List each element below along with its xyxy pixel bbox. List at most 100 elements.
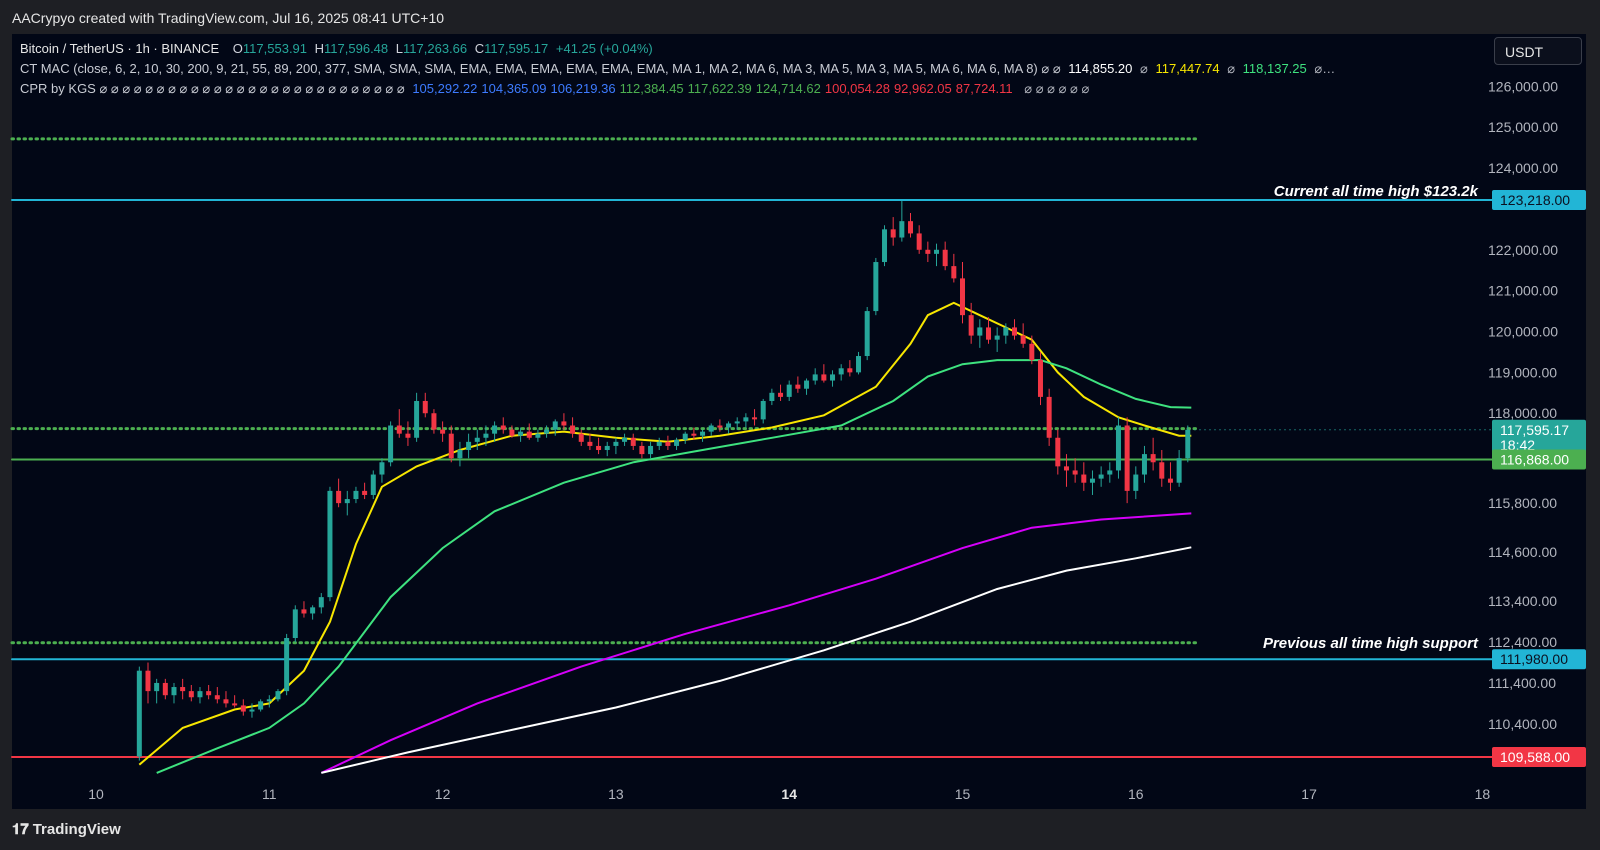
candle-body	[864, 311, 870, 357]
candle	[1089, 470, 1095, 495]
cpr-values: 105,292.22 104,365.09 106,219.36 112,384.45…	[412, 81, 1016, 96]
cpr-value: 106,219.36	[550, 81, 616, 96]
candle	[778, 384, 784, 401]
candle-body	[301, 609, 307, 614]
candle	[578, 429, 584, 446]
horizontal-levels	[10, 137, 1493, 758]
price-axis-tick: 115,800.00	[1488, 495, 1557, 511]
candle	[925, 241, 931, 263]
candle	[327, 486, 333, 602]
candle-body	[353, 490, 359, 500]
na-icon: ⌀	[1140, 61, 1148, 76]
candle-body	[379, 462, 385, 475]
candle-body	[197, 691, 203, 698]
candle	[864, 306, 870, 361]
cpr-value: 92,962.05	[893, 81, 952, 96]
candle-body	[188, 691, 194, 698]
candle-body	[275, 691, 281, 700]
candle	[284, 633, 290, 696]
cpr-indicator-label[interactable]: CPR by KGS ⌀ ⌀ ⌀ ⌀ ⌀ ⌀ ⌀ ⌀ ⌀ ⌀ ⌀ ⌀ ⌀ ⌀ ⌀…	[20, 81, 405, 96]
price-axis-tick: 118,000.00	[1488, 405, 1557, 421]
candle	[648, 441, 654, 459]
candle-body	[994, 335, 1000, 340]
candle-body	[934, 249, 940, 254]
candle	[752, 409, 758, 426]
candle	[1055, 429, 1061, 475]
candle-body	[700, 431, 706, 436]
high-label: H	[314, 41, 325, 56]
low-label: L	[395, 41, 404, 56]
candle-body	[284, 637, 290, 692]
candle-body	[214, 695, 220, 700]
candle	[1011, 319, 1017, 340]
candle-body	[414, 400, 420, 438]
price-axis-tick: 124,000.00	[1488, 160, 1558, 176]
candle-body	[440, 429, 446, 434]
candle	[336, 478, 342, 508]
candle	[604, 441, 610, 457]
candle-body	[1167, 478, 1173, 483]
time-axis-tick: 11	[262, 786, 277, 802]
price-axis-tick: 119,000.00	[1488, 364, 1557, 380]
candle	[622, 433, 628, 446]
candle-body	[1124, 425, 1130, 491]
candle-body	[985, 327, 991, 340]
candle	[1141, 445, 1147, 483]
ctmac-indicator-label[interactable]: CT MAC (close, 6, 2, 10, 30, 200, 9, 21,…	[20, 61, 1061, 76]
candle	[214, 687, 220, 704]
close-label: C	[474, 41, 485, 56]
candle-body	[258, 701, 264, 710]
previous-ath-annotation: Previous all time high support	[1263, 635, 1479, 652]
price-chart[interactable]: 126,000.00 125,000.00 124,000.00 122,000.00…	[0, 0, 1600, 850]
price-axis-tick: 114,600.00	[1488, 544, 1557, 560]
candle	[700, 429, 706, 442]
candle-body	[1141, 454, 1147, 475]
candle-body	[171, 687, 177, 696]
candle-body	[838, 368, 844, 375]
candle-body	[145, 670, 151, 692]
candle-body	[882, 229, 888, 263]
candle-body	[206, 691, 212, 696]
cpr-value: 105,292.22	[412, 81, 478, 96]
candle	[180, 678, 186, 700]
price-axis-tick: 125,000.00	[1488, 119, 1558, 135]
ath-price-tag: 123,218.00	[1492, 190, 1586, 210]
candle-body	[344, 499, 350, 504]
candle-body	[630, 437, 636, 446]
legend-cpr-row: CPR by KGS ⌀ ⌀ ⌀ ⌀ ⌀ ⌀ ⌀ ⌀ ⌀ ⌀ ⌀ ⌀ ⌀ ⌀ ⌀…	[20, 81, 1093, 97]
last-price-tag: 117,595.1718:42	[1492, 419, 1586, 454]
candle-body	[1185, 429, 1191, 459]
candle-body	[1176, 458, 1182, 483]
candle	[1167, 462, 1173, 491]
ath-price-tag-text: 123,218.00	[1500, 192, 1570, 208]
candle-body	[587, 441, 593, 446]
candle	[786, 380, 792, 401]
level-price-tag: 116,868.00	[1492, 449, 1586, 470]
candle-body	[1072, 470, 1078, 475]
tradingview-logo[interactable]: 𝟏𝟕 TradingView	[12, 821, 121, 838]
candle	[344, 490, 350, 516]
candle	[613, 437, 619, 455]
ctmac-value-1: 114,855.20	[1068, 61, 1133, 76]
candle	[708, 423, 714, 436]
candle	[535, 429, 541, 442]
currency-select[interactable]: USDT	[1494, 37, 1582, 65]
time-axis-tick: 17	[1301, 786, 1317, 802]
candle	[942, 241, 948, 271]
time-axis-tick: 10	[88, 786, 104, 802]
candle	[240, 699, 246, 716]
tradingview-logo-icon: 𝟏𝟕	[12, 821, 29, 838]
candle	[223, 691, 229, 708]
candle-body	[847, 368, 853, 373]
candle-body	[1029, 343, 1035, 361]
candle-body	[1003, 327, 1009, 336]
candle-body	[448, 433, 454, 459]
candle-body	[535, 433, 541, 438]
symbol-name[interactable]: Bitcoin / TetherUS · 1h · BINANCE	[20, 41, 219, 56]
ctmac-value-3: 118,137.25	[1242, 61, 1307, 76]
candle	[440, 421, 446, 442]
candle	[188, 684, 194, 702]
candle	[821, 364, 827, 383]
candle	[1133, 466, 1139, 500]
candle	[1107, 462, 1113, 483]
